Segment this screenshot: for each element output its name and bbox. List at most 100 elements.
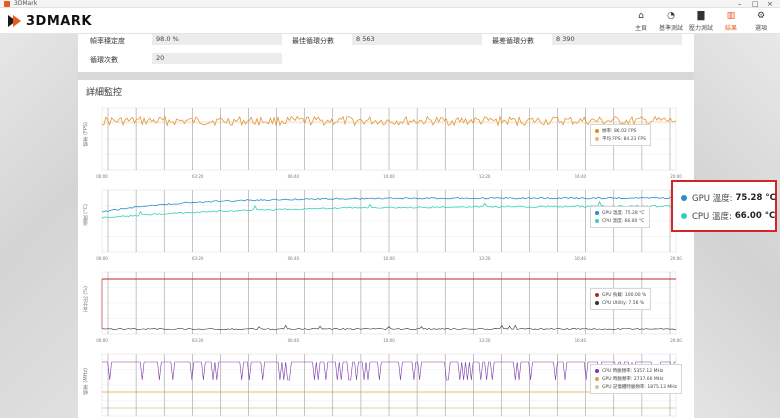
nav-item-label: 基準測試 <box>658 25 683 32</box>
legend-dot-icon <box>595 301 599 305</box>
nav-item-label: 壓力測試 <box>688 25 713 32</box>
section-title: 詳細監控 <box>86 88 123 98</box>
temperature-callout: GPU 溫度: 75.28 °C CPU 溫度: 66.00 °C <box>671 180 777 232</box>
legend-label: CPU 時脈頻率: 5357.12 MHz <box>602 369 664 374</box>
loops-value: 20 <box>152 53 282 64</box>
chart-legend: 幀率: 86.02 FPS 平均 FPS: 84.23 FPS <box>590 124 652 146</box>
legend-entry: CPU 溫度: 66.00 °C <box>595 217 645 225</box>
legend-entry: GPU 溫度: 75.28 °C <box>595 209 645 217</box>
x-tick-label: 06:40 <box>288 174 300 179</box>
background-shard <box>0 34 78 418</box>
monitoring-chart: 百分比 (%) 00:00 03:20 06:40 10:00 13:20 16:40 20:… <box>82 268 682 346</box>
legend-label: GPU 時脈頻率: 2737.00 MHz <box>602 377 664 382</box>
x-tick-label: 03:20 <box>192 338 204 343</box>
nav-item-options[interactable]: ⚙ 選項 <box>746 8 776 34</box>
cpu-dot-icon <box>681 213 687 219</box>
background-shard <box>78 72 694 80</box>
chart-legend: CPU 時脈頻率: 5357.12 MHz GPU 時脈頻率: 2737.00 M… <box>590 364 683 394</box>
monitoring-chart: 頻率 (MHz)00:0003:2006:4010:0013:2016:4020… <box>82 350 683 418</box>
chart-legend: GPU 溫度: 75.28 °C CPU 溫度: 66.00 °C <box>590 206 650 228</box>
x-tick-label: 16:40 <box>575 174 587 179</box>
legend-entry: 平均 FPS: 84.23 FPS <box>595 135 646 143</box>
monitoring-chart: 溫度 (°C) 00:00 03:20 06:40 10:00 13:20 16:40 20:… <box>82 186 682 264</box>
legend-dot-icon <box>595 293 599 297</box>
close-icon[interactable]: × <box>767 0 773 8</box>
nav-item-benchmarks[interactable]: ◔ 基準測試 <box>656 8 686 34</box>
nav-item-home[interactable]: ⌂ 主頁 <box>626 8 656 34</box>
maximize-icon[interactable]: □ <box>752 0 759 8</box>
legend-entry: 幀率: 86.02 FPS <box>595 127 646 135</box>
legend-entry: CPU 時脈頻率: 5357.12 MHz <box>595 367 677 375</box>
x-tick-label: 03:20 <box>192 256 204 261</box>
legend-label: GPU 溫度: 75.28 °C <box>602 211 645 216</box>
logo-mark-icon <box>8 15 22 27</box>
window-titlebar: 3DMark – □ × <box>0 0 780 8</box>
callout-gpu-row: GPU 溫度: 75.28 °C <box>681 192 776 204</box>
nav-item-label: 結果 <box>724 25 737 32</box>
legend-dot-icon <box>595 385 599 389</box>
gear-icon: ⚙ <box>756 11 766 21</box>
callout-cpu-label: CPU 溫度: <box>692 212 732 222</box>
x-tick-label: 16:40 <box>575 256 587 261</box>
legend-entry: GPU 負載: 100.00 % <box>595 291 646 299</box>
x-tick-label: 20:00 <box>670 174 682 179</box>
worst-loop-value: 8 390 <box>552 34 682 45</box>
best-loop-label: 最佳循環分數 <box>292 37 334 45</box>
legend-dot-icon <box>595 219 599 223</box>
nav-item-results[interactable]: ▥ 結果 <box>716 8 746 34</box>
gpu-dot-icon <box>681 195 687 201</box>
legend-dot-icon <box>595 369 599 373</box>
loops-label: 循環次數 <box>90 56 118 64</box>
frame-stability-value: 98.0 % <box>152 34 282 45</box>
x-tick-label: 13:20 <box>479 338 491 343</box>
x-tick-label: 03:20 <box>192 174 204 179</box>
home-icon: ⌂ <box>638 11 644 21</box>
callout-gpu-value: 75.28 °C <box>735 193 776 203</box>
window-title: 3DMark <box>14 0 38 7</box>
x-tick-label: 00:00 <box>96 174 108 179</box>
x-tick-label: 06:40 <box>288 256 300 261</box>
worst-loop-label: 最差循環分數 <box>492 37 534 45</box>
x-tick-label: 00:00 <box>96 256 108 261</box>
x-tick-label: 00:00 <box>96 338 108 343</box>
nav-item-label: 選項 <box>754 25 767 32</box>
legend-entry: GPU 時脈頻率: 2737.00 MHz <box>595 375 677 383</box>
legend-label: 幀率: 86.02 FPS <box>602 129 637 134</box>
app-icon <box>4 1 10 7</box>
stats-panel: 幀率穩定度 98.0 % 最佳循環分數 8 563 最差循環分數 8 390 循… <box>78 34 694 72</box>
minimize-icon[interactable]: – <box>738 0 742 8</box>
legend-dot-icon <box>595 211 599 215</box>
x-tick-label: 10:00 <box>383 338 395 343</box>
app-header: 3DMARK ⌂ 主頁 ◔ 基準測試 ▇ 壓力測試 ▥ 結果 ⚙ 選項 <box>0 8 780 34</box>
main-nav: ⌂ 主頁 ◔ 基準測試 ▇ 壓力測試 ▥ 結果 ⚙ 選項 <box>626 8 776 34</box>
legend-dot-icon <box>595 137 599 141</box>
x-tick-label: 10:00 <box>383 256 395 261</box>
legend-label: 平均 FPS: 84.23 FPS <box>602 137 647 142</box>
nav-item-label: 主頁 <box>634 25 647 32</box>
logo: 3DMARK <box>8 13 92 29</box>
callout-cpu-value: 66.00 °C <box>734 211 776 221</box>
best-loop-value: 8 563 <box>352 34 482 45</box>
gauge-icon: ◔ <box>667 11 675 21</box>
legend-label: GPU 負載: 100.00 % <box>602 293 647 298</box>
callout-gpu-label: GPU 溫度: <box>692 194 733 204</box>
legend-label: CPU Utility: 7.56 % <box>602 300 645 306</box>
x-tick-label: 16:40 <box>575 338 587 343</box>
x-tick-label: 13:20 <box>479 174 491 179</box>
frame-stability-label: 幀率穩定度 <box>90 37 125 45</box>
callout-cpu-row: CPU 溫度: 66.00 °C <box>681 210 775 222</box>
bar-chart-icon: ▇ <box>697 11 705 21</box>
x-tick-label: 06:40 <box>288 338 300 343</box>
chart-legend: GPU 負載: 100.00 % CPU Utility: 7.56 % <box>590 288 652 310</box>
legend-dot-icon <box>595 129 599 133</box>
results-icon: ▥ <box>726 11 736 21</box>
legend-entry: GPU 記憶體時脈頻率: 1875.13 MHz <box>595 383 677 391</box>
x-tick-label: 20:00 <box>670 256 682 261</box>
legend-label: GPU 記憶體時脈頻率: 1875.13 MHz <box>602 385 678 390</box>
legend-dot-icon <box>595 377 599 381</box>
nav-item-stress-tests[interactable]: ▇ 壓力測試 <box>686 8 716 34</box>
x-tick-label: 20:00 <box>670 338 682 343</box>
legend-entry: CPU Utility: 7.56 % <box>595 299 646 307</box>
logo-text: 3DMARK <box>26 13 92 29</box>
x-tick-label: 13:20 <box>479 256 491 261</box>
